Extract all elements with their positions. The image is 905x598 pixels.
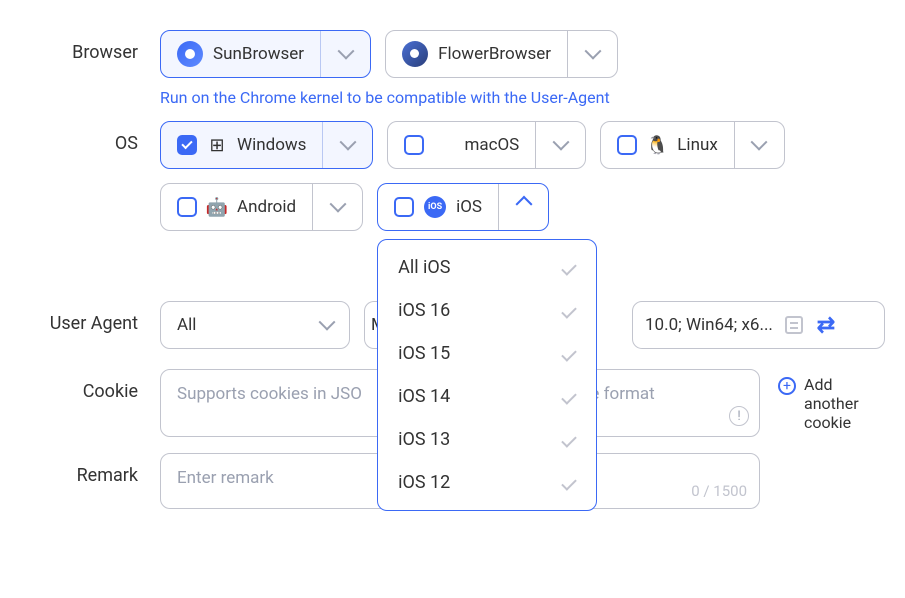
list-icon	[785, 316, 803, 334]
sunbrowser-icon	[177, 41, 203, 67]
check-icon	[561, 432, 577, 448]
plus-icon: +	[778, 377, 796, 395]
os-option-label: macOS	[464, 135, 519, 155]
ios-option-label: iOS 13	[398, 429, 450, 450]
browser-option-flowerbrowser[interactable]: FlowerBrowser	[385, 30, 618, 78]
chevron-down-icon	[552, 134, 569, 151]
user-agent-filter-select[interactable]: All	[160, 301, 350, 349]
ios-holder: iOS iOS All iOS iOS 16 iOS 15 iOS 14 iOS…	[377, 183, 549, 231]
chevron-down-icon	[337, 43, 354, 60]
ios-dropdown-toggle[interactable]	[498, 184, 548, 230]
add-cookie-button[interactable]: + Add another cookie	[778, 375, 874, 432]
add-cookie-label: Add another cookie	[804, 375, 874, 432]
browser-option-label: SunBrowser	[213, 44, 304, 64]
windows-dropdown-toggle[interactable]	[322, 122, 372, 168]
ios-checkbox[interactable]	[394, 197, 414, 217]
android-dropdown-toggle[interactable]	[312, 184, 362, 230]
ios-option-label: All iOS	[398, 257, 450, 278]
browser-option-label: FlowerBrowser	[438, 44, 551, 64]
linux-dropdown-toggle[interactable]	[734, 122, 784, 168]
user-agent-shuffle-button[interactable]: ⇄	[815, 314, 837, 336]
linux-checkbox[interactable]	[617, 135, 637, 155]
macos-checkbox[interactable]	[404, 135, 424, 155]
ios-option-label: iOS 14	[398, 386, 450, 407]
remark-label: Remark	[20, 453, 160, 486]
os-option-linux[interactable]: 🐧 Linux	[600, 121, 784, 169]
linux-icon: 🐧	[647, 135, 667, 155]
check-icon	[561, 346, 577, 362]
check-icon	[561, 260, 577, 276]
info-icon[interactable]: !	[729, 406, 749, 426]
flowerbrowser-dropdown-toggle[interactable]	[567, 31, 617, 77]
os-option-macos[interactable]: macOS	[387, 121, 586, 169]
apple-icon	[434, 135, 454, 155]
shuffle-icon: ⇄	[817, 313, 835, 338]
sunbrowser-dropdown-toggle[interactable]	[320, 31, 370, 77]
browser-hint: Run on the Chrome kernel to be compatibl…	[160, 88, 885, 107]
os-option-label: Linux	[677, 135, 717, 155]
check-icon	[561, 389, 577, 405]
chevron-up-icon	[515, 196, 532, 213]
browser-label: Browser	[20, 30, 160, 63]
ios-option-all[interactable]: All iOS	[378, 246, 596, 289]
ios-option-14[interactable]: iOS 14	[378, 375, 596, 418]
chevron-down-icon	[329, 196, 346, 213]
chevron-down-icon	[319, 314, 336, 331]
os-option-label: Windows	[237, 135, 306, 155]
user-agent-list-button[interactable]	[783, 314, 805, 336]
user-agent-filter-value: All	[177, 315, 311, 335]
android-checkbox[interactable]	[177, 197, 197, 217]
user-agent-string-value: 10.0; Win64; x6...	[645, 315, 773, 335]
cookie-placeholder: Supports cookies in JSO	[177, 384, 362, 404]
ios-option-label: iOS 12	[398, 472, 450, 493]
check-icon	[561, 303, 577, 319]
user-agent-string-input[interactable]: 10.0; Win64; x6... ⇄	[632, 301, 885, 349]
user-agent-label: User Agent	[20, 301, 160, 334]
ios-option-12[interactable]: iOS 12	[378, 461, 596, 504]
macos-dropdown-toggle[interactable]	[535, 122, 585, 168]
ios-icon: iOS	[424, 196, 446, 218]
ios-option-label: iOS 15	[398, 343, 450, 364]
ios-option-13[interactable]: iOS 13	[378, 418, 596, 461]
chevron-down-icon	[339, 134, 356, 151]
check-icon	[561, 475, 577, 491]
cookie-label: Cookie	[20, 369, 160, 402]
windows-icon: ⊞	[207, 135, 227, 155]
flowerbrowser-icon	[402, 41, 428, 67]
ios-option-label: iOS 16	[398, 300, 450, 321]
browser-option-sunbrowser[interactable]: SunBrowser	[160, 30, 371, 78]
os-option-label: Android	[237, 197, 296, 217]
ios-option-15[interactable]: iOS 15	[378, 332, 596, 375]
cookie-placeholder-tail: e format	[590, 384, 654, 404]
android-icon: 🤖	[207, 197, 227, 217]
remark-char-count: 0 / 1500	[691, 482, 747, 500]
ios-dropdown-panel: All iOS iOS 16 iOS 15 iOS 14 iOS 13 iOS …	[377, 239, 597, 511]
chevron-down-icon	[751, 134, 768, 151]
chevron-down-icon	[584, 43, 601, 60]
os-option-label: iOS	[456, 197, 482, 217]
os-label: OS	[20, 121, 160, 154]
windows-checkbox[interactable]	[177, 135, 197, 155]
remark-placeholder: Enter remark	[177, 468, 274, 488]
os-option-android[interactable]: 🤖 Android	[160, 183, 363, 231]
os-option-ios[interactable]: iOS iOS	[377, 183, 549, 231]
ios-option-16[interactable]: iOS 16	[378, 289, 596, 332]
os-option-windows[interactable]: ⊞ Windows	[160, 121, 373, 169]
